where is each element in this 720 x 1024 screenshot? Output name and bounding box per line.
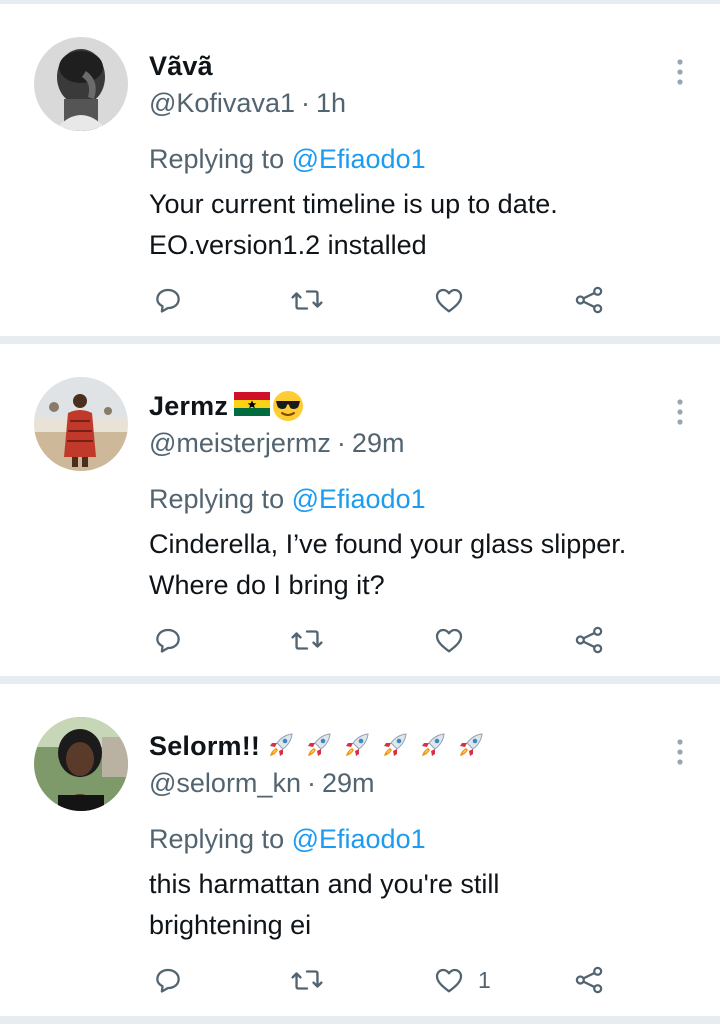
tweet-divider <box>0 336 720 344</box>
rocket-icon <box>266 730 298 762</box>
like-count: 1 <box>478 966 491 993</box>
reply-icon <box>156 968 180 993</box>
mention-link[interactable]: @Efiaodo1 <box>292 824 426 854</box>
tweet-text-line: Cinderella, I’ve found your glass slippe… <box>149 529 627 559</box>
tweet-divider <box>0 676 720 684</box>
retweet-icon <box>291 970 323 990</box>
handle-time-row: @Kofivava1 · 1h <box>149 88 346 119</box>
replying-prefix: Replying to <box>149 144 285 174</box>
action-bar: 1 <box>150 963 620 997</box>
mention-link[interactable]: @Efiaodo1 <box>292 144 426 174</box>
action-bar <box>150 623 620 657</box>
rocket-icon <box>304 730 336 762</box>
timestamp[interactable]: 29m <box>322 768 375 798</box>
tweet-item[interactable]: Selorm!! @selorm_kn · 29m Replying to @Efi… <box>0 684 720 1016</box>
separator-dot: · <box>300 88 310 118</box>
author-handle[interactable]: @selorm_kn <box>149 768 301 798</box>
separator-dot: · <box>306 768 316 798</box>
action-bar <box>150 283 620 317</box>
avatar[interactable] <box>34 717 128 811</box>
heart-icon <box>435 968 463 993</box>
handle-time-row: @meisterjermz · 29m <box>149 428 404 459</box>
share-icon <box>575 286 603 314</box>
more-options-icon[interactable] <box>672 738 688 766</box>
retweet-icon <box>291 290 323 310</box>
author-handle[interactable]: @Kofivava1 <box>149 88 295 118</box>
author-row: Vãvã <box>149 48 213 84</box>
replying-to-line: Replying to @Efiaodo1 <box>149 144 426 175</box>
mention-link[interactable]: @Efiaodo1 <box>292 484 426 514</box>
avatar[interactable] <box>34 37 128 131</box>
author-name[interactable]: Vãvã <box>149 51 213 82</box>
share-button[interactable] <box>572 623 606 657</box>
tweet-text-line: EO.version1.2 installed <box>149 230 427 260</box>
tweet-text: Cinderella, I’ve found your glass slippe… <box>149 524 694 606</box>
more-options-icon[interactable] <box>672 58 688 86</box>
separator-dot: · <box>336 428 346 458</box>
rocket-icon <box>418 730 450 762</box>
reply-icon <box>156 628 180 653</box>
like-button[interactable] <box>432 623 466 657</box>
share-icon <box>575 966 603 994</box>
reply-button[interactable] <box>152 623 184 657</box>
retweet-button[interactable] <box>290 963 324 997</box>
avatar[interactable] <box>34 377 128 471</box>
tweet-text-line: Where do I bring it? <box>149 570 385 600</box>
ghana-flag-icon <box>234 390 271 422</box>
tweet-text-line: brightening ei <box>149 910 312 940</box>
tweet-text-line: this harmattan and you're still <box>149 869 500 899</box>
like-button[interactable]: 1 <box>432 963 491 997</box>
reply-icon <box>156 288 180 313</box>
tweet-item[interactable]: Jermz @meisterjermz · 29m Replying to @Efi… <box>0 344 720 676</box>
author-row: Selorm!! <box>149 728 488 764</box>
timestamp[interactable]: 1h <box>316 88 346 118</box>
author-row: Jermz <box>149 388 304 424</box>
like-button[interactable] <box>432 283 466 317</box>
tweet-divider <box>0 1016 720 1024</box>
author-handle[interactable]: @meisterjermz <box>149 428 331 458</box>
rocket-icon <box>380 730 412 762</box>
timestamp[interactable]: 29m <box>352 428 405 458</box>
retweet-icon <box>291 630 323 650</box>
tweet-text: Your current timeline is up to date. EO.… <box>149 184 694 266</box>
author-name[interactable]: Selorm!! <box>149 731 260 762</box>
tweet-text-line: Your current timeline is up to date. <box>149 189 558 219</box>
retweet-button[interactable] <box>290 283 324 317</box>
share-icon <box>575 626 603 654</box>
share-button[interactable] <box>572 963 606 997</box>
share-button[interactable] <box>572 283 606 317</box>
heart-icon <box>435 288 463 313</box>
heart-icon <box>435 628 463 653</box>
handle-time-row: @selorm_kn · 29m <box>149 768 375 799</box>
replying-to-line: Replying to @Efiaodo1 <box>149 484 426 515</box>
more-options-icon[interactable] <box>672 398 688 426</box>
replying-to-line: Replying to @Efiaodo1 <box>149 824 426 855</box>
rocket-icon <box>342 730 374 762</box>
tweet-text: this harmattan and you're still brighten… <box>149 864 694 946</box>
tweet-item[interactable]: Vãvã @Kofivava1 · 1h Replying to @Efiaodo1… <box>0 4 720 336</box>
reply-button[interactable] <box>152 283 184 317</box>
replying-prefix: Replying to <box>149 824 285 854</box>
replying-prefix: Replying to <box>149 484 285 514</box>
reply-button[interactable] <box>152 963 184 997</box>
retweet-button[interactable] <box>290 623 324 657</box>
sunglasses-face-icon <box>272 390 304 422</box>
rocket-icon <box>456 730 488 762</box>
author-name[interactable]: Jermz <box>149 391 228 422</box>
